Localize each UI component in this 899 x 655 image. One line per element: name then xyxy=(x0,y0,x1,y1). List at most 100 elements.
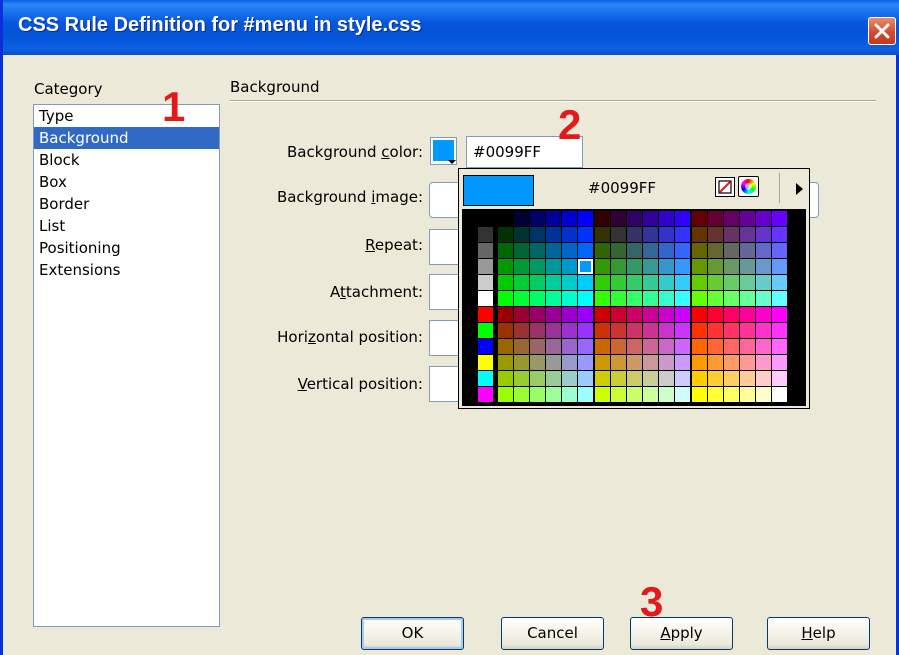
swatch-cell[interactable] xyxy=(611,291,626,306)
category-item-box[interactable]: Box xyxy=(34,171,219,193)
swatch-cell[interactable] xyxy=(578,275,593,290)
swatch-cell[interactable] xyxy=(627,291,642,306)
swatch-cell[interactable] xyxy=(478,275,493,290)
swatch-cell[interactable] xyxy=(724,371,739,386)
picker-menu-button[interactable] xyxy=(790,173,809,203)
swatch-cell[interactable] xyxy=(756,259,771,274)
swatch-cell[interactable] xyxy=(756,275,771,290)
swatch-cell[interactable] xyxy=(659,243,674,258)
swatch-cell[interactable] xyxy=(611,227,626,242)
swatch-cell[interactable] xyxy=(578,291,593,306)
swatch-cell[interactable] xyxy=(675,211,690,226)
swatch-cell[interactable] xyxy=(756,291,771,306)
swatch-cell[interactable] xyxy=(530,387,545,402)
swatch-cell[interactable] xyxy=(627,243,642,258)
swatch-cell[interactable] xyxy=(708,227,723,242)
swatch-cell[interactable] xyxy=(498,227,513,242)
swatch-cell[interactable] xyxy=(562,307,577,322)
swatch-cell[interactable] xyxy=(708,259,723,274)
swatch-cell[interactable] xyxy=(514,243,529,258)
swatch-cell[interactable] xyxy=(708,291,723,306)
swatch-cell[interactable] xyxy=(675,227,690,242)
swatch-cell[interactable] xyxy=(595,323,610,338)
swatch-cell[interactable] xyxy=(659,275,674,290)
swatch-cell[interactable] xyxy=(675,323,690,338)
swatch-cell[interactable] xyxy=(578,227,593,242)
swatch-cell[interactable] xyxy=(756,227,771,242)
swatch-cell[interactable] xyxy=(514,387,529,402)
horizontal-position-select[interactable] xyxy=(429,320,461,356)
swatch-cell[interactable] xyxy=(643,355,658,370)
swatch-cell[interactable] xyxy=(478,259,493,274)
swatch-cell[interactable] xyxy=(530,339,545,354)
swatch-cell[interactable] xyxy=(724,259,739,274)
color-swatch-grid[interactable] xyxy=(462,209,806,406)
bg-color-swatch-button[interactable] xyxy=(430,137,457,165)
swatch-cell[interactable] xyxy=(692,275,707,290)
swatch-cell[interactable] xyxy=(611,307,626,322)
color-wheel-icon[interactable] xyxy=(738,176,759,197)
swatch-cell[interactable] xyxy=(546,323,561,338)
swatch-cell[interactable] xyxy=(498,371,513,386)
attachment-select[interactable] xyxy=(429,274,461,310)
swatch-cell[interactable] xyxy=(659,339,674,354)
category-item-block[interactable]: Block xyxy=(34,149,219,171)
swatch-cell[interactable] xyxy=(546,275,561,290)
swatch-cell[interactable] xyxy=(562,371,577,386)
category-item-extensions[interactable]: Extensions xyxy=(34,259,219,281)
swatch-cell[interactable] xyxy=(627,275,642,290)
swatch-cell[interactable] xyxy=(675,243,690,258)
swatch-cell[interactable] xyxy=(627,307,642,322)
swatch-cell[interactable] xyxy=(514,259,529,274)
swatch-cell[interactable] xyxy=(627,339,642,354)
swatch-cell[interactable] xyxy=(740,275,755,290)
swatch-cell[interactable] xyxy=(756,371,771,386)
swatch-cell[interactable] xyxy=(578,259,593,274)
close-button[interactable] xyxy=(868,17,896,45)
swatch-cell[interactable] xyxy=(643,323,658,338)
swatch-cell[interactable] xyxy=(498,323,513,338)
swatch-cell[interactable] xyxy=(478,227,493,242)
swatch-cell[interactable] xyxy=(478,355,493,370)
swatch-cell[interactable] xyxy=(643,339,658,354)
swatch-cell[interactable] xyxy=(740,259,755,274)
swatch-cell[interactable] xyxy=(498,387,513,402)
swatch-cell[interactable] xyxy=(756,307,771,322)
swatch-cell[interactable] xyxy=(478,339,493,354)
help-button[interactable]: Help xyxy=(767,617,870,650)
swatch-cell[interactable] xyxy=(724,211,739,226)
swatch-cell[interactable] xyxy=(478,243,493,258)
swatch-cell[interactable] xyxy=(675,355,690,370)
swatch-cell[interactable] xyxy=(595,355,610,370)
swatch-cell[interactable] xyxy=(498,211,513,226)
swatch-cell[interactable] xyxy=(659,387,674,402)
swatch-cell[interactable] xyxy=(740,243,755,258)
swatch-cell[interactable] xyxy=(562,387,577,402)
swatch-cell[interactable] xyxy=(562,291,577,306)
swatch-cell[interactable] xyxy=(724,291,739,306)
swatch-cell[interactable] xyxy=(478,307,493,322)
swatch-cell[interactable] xyxy=(627,227,642,242)
swatch-cell[interactable] xyxy=(692,323,707,338)
swatch-cell[interactable] xyxy=(627,323,642,338)
swatch-cell[interactable] xyxy=(498,339,513,354)
swatch-cell[interactable] xyxy=(659,355,674,370)
swatch-cell[interactable] xyxy=(514,371,529,386)
category-item-background[interactable]: Background xyxy=(34,127,219,149)
swatch-cell[interactable] xyxy=(562,227,577,242)
swatch-cell[interactable] xyxy=(643,387,658,402)
swatch-cell[interactable] xyxy=(546,371,561,386)
swatch-cell[interactable] xyxy=(595,339,610,354)
swatch-cell[interactable] xyxy=(562,339,577,354)
swatch-cell[interactable] xyxy=(562,243,577,258)
swatch-cell[interactable] xyxy=(756,387,771,402)
swatch-cell[interactable] xyxy=(578,323,593,338)
swatch-cell[interactable] xyxy=(611,275,626,290)
swatch-cell[interactable] xyxy=(643,291,658,306)
swatch-cell[interactable] xyxy=(724,387,739,402)
swatch-cell[interactable] xyxy=(514,227,529,242)
swatch-cell[interactable] xyxy=(595,243,610,258)
swatch-cell[interactable] xyxy=(530,275,545,290)
swatch-cell[interactable] xyxy=(498,307,513,322)
swatch-cell[interactable] xyxy=(578,371,593,386)
